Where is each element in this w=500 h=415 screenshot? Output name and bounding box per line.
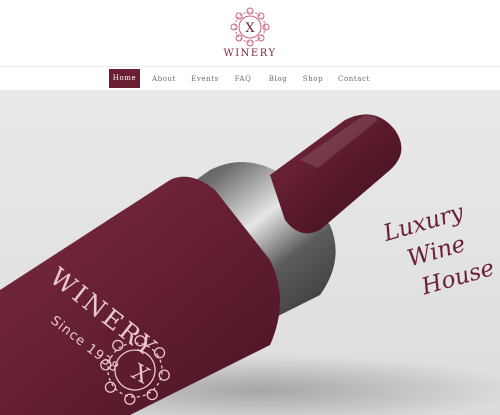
main-navigation: Home About Events FAQ Blog Shop Contact <box>0 66 500 91</box>
nav-about[interactable]: About <box>148 71 180 87</box>
hero-banner: X WINERY Since 1938 Luxury Wine House <box>0 90 500 415</box>
brand-name[interactable]: WINERY <box>0 48 500 59</box>
nav-faq[interactable]: FAQ <box>230 71 256 87</box>
nav-events[interactable]: Events <box>188 71 222 87</box>
logo-monogram: X <box>245 21 255 36</box>
logo-ornament-icon[interactable]: X <box>228 5 272 49</box>
nav-home[interactable]: Home <box>109 69 140 88</box>
nav-contact[interactable]: Contact <box>334 71 374 87</box>
site-header: X WINERY <box>0 0 500 66</box>
nav-shop[interactable]: Shop <box>299 71 327 87</box>
nav-blog[interactable]: Blog <box>264 71 292 87</box>
bottle-foil-capsule <box>270 114 402 234</box>
